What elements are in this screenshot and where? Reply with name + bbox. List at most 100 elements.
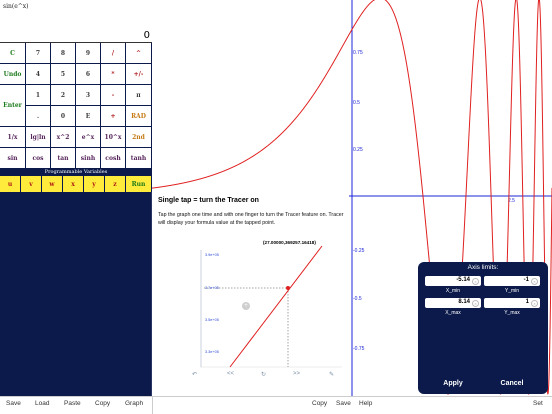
tan-button[interactable]: tan: [51, 148, 76, 169]
tracer-point: [286, 286, 290, 290]
x-min-value: -5.14: [456, 277, 470, 283]
result-text: 0: [143, 30, 150, 41]
minus-button[interactable]: -: [101, 85, 126, 106]
toolbar-divider: [152, 397, 153, 414]
prev-page-button[interactable]: <<: [227, 371, 234, 377]
variable-u-button[interactable]: u: [0, 176, 21, 192]
expression-text: sin(e^x): [3, 3, 29, 10]
illustration-ytick: 3.3e+05: [205, 350, 219, 354]
app-window: sin(e^x) 0 C 7 8 9/^ Undo 4 5 6 * +/- Enter 1 2 3- π. 0…: [0, 0, 552, 414]
multiply-button[interactable]: *: [101, 64, 126, 85]
five-button[interactable]: 5: [51, 64, 76, 85]
cancel-button[interactable]: Cancel: [484, 380, 540, 387]
clear-button[interactable]: C: [0, 43, 26, 64]
help-button[interactable]: Help: [359, 400, 372, 407]
nine-button[interactable]: 9: [76, 43, 101, 64]
two-button[interactable]: 2: [51, 85, 76, 106]
x-min-field[interactable]: -5.14 ×: [425, 276, 481, 286]
programmable-variables-label: Programmable Variables: [0, 169, 152, 176]
graph-button[interactable]: Graph: [125, 400, 143, 407]
seven-button[interactable]: 7: [26, 43, 51, 64]
enter-button[interactable]: Enter: [0, 85, 26, 127]
tanh-button[interactable]: tanh: [126, 148, 152, 169]
load-button[interactable]: Load: [35, 400, 49, 407]
x-max-field[interactable]: 8.14 ×: [425, 298, 481, 308]
clear-icon[interactable]: ×: [472, 299, 479, 307]
four-button[interactable]: 4: [26, 64, 51, 85]
tracer-illustration: [200, 245, 342, 368]
rad-button[interactable]: RAD: [126, 106, 152, 127]
axis-limits-dialog: Axis limits: -5.14 × X_min -1 × Y_min 8.…: [418, 262, 548, 394]
illustration-ytick: 3.7e+05: [205, 286, 219, 290]
sign-button[interactable]: +/-: [126, 64, 152, 85]
x-min-label: X_min: [445, 288, 461, 294]
bottom-toolbar: Save Load Paste Copy Graph Copy Save Hel…: [0, 396, 552, 414]
run-button[interactable]: Run: [126, 176, 152, 192]
help-panel: Single tap = turn the Tracer on Tap the …: [152, 195, 349, 396]
calculator-panel: sin(e^x) 0 C 7 8 9/^ Undo 4 5 6 * +/- Enter 1 2 3- π. 0…: [0, 0, 152, 396]
y-tick-label: 0.5: [353, 100, 360, 106]
variable-x-button[interactable]: x: [63, 176, 84, 192]
square-button[interactable]: x^2: [51, 127, 76, 148]
illustration-ytick: 3.9e+05: [205, 253, 219, 257]
illustration-ytick: 3.5e+05: [205, 318, 219, 322]
reciprocal-button[interactable]: 1/x: [0, 127, 26, 148]
save-button[interactable]: Save: [6, 400, 21, 407]
decimal-button[interactable]: .: [26, 106, 51, 127]
six-button[interactable]: 6: [76, 64, 101, 85]
programmable-variables-row: u v w x y z Run: [0, 176, 152, 192]
undo-icon[interactable]: ↶: [192, 371, 197, 378]
reload-icon[interactable]: ↻: [261, 371, 266, 378]
ten-power-button[interactable]: 10^x: [101, 127, 126, 148]
pi-button[interactable]: π: [126, 85, 152, 106]
three-button[interactable]: 3: [76, 85, 101, 106]
y-max-value: 1: [525, 299, 529, 305]
variable-z-button[interactable]: z: [105, 176, 126, 192]
y-tick-label: -0.5: [353, 296, 362, 302]
x-max-label: X_max: [445, 310, 461, 316]
set-button[interactable]: Set: [533, 400, 543, 407]
next-page-button[interactable]: >>: [293, 371, 300, 377]
y-min-field[interactable]: -1 ×: [484, 276, 540, 286]
eight-button[interactable]: 8: [51, 43, 76, 64]
power-button[interactable]: ^: [126, 43, 152, 64]
y-tick-labels: 0.75 0.5 0.25 -0.25 -0.5 -0.75: [353, 50, 365, 352]
variable-v-button[interactable]: v: [21, 176, 42, 192]
calculator-display: sin(e^x) 0: [0, 0, 152, 43]
exp-button[interactable]: e^x: [76, 127, 101, 148]
variable-w-button[interactable]: w: [42, 176, 63, 192]
divide-button[interactable]: /: [101, 43, 126, 64]
add-icon: +: [242, 302, 250, 310]
y-tick-label: -0.25: [353, 248, 365, 254]
zero-button[interactable]: 0: [51, 106, 76, 127]
y-max-field[interactable]: 1 ×: [484, 298, 540, 308]
y-tick-label: 0.75: [353, 50, 363, 56]
y-tick-label: -0.75: [353, 346, 365, 352]
log-button[interactable]: lg|ln: [26, 127, 51, 148]
sinh-button[interactable]: sinh: [76, 148, 101, 169]
clear-icon[interactable]: ×: [531, 299, 538, 307]
y-min-label: Y_min: [504, 288, 520, 294]
clear-icon[interactable]: ×: [472, 277, 479, 285]
exponent-button[interactable]: E: [76, 106, 101, 127]
variable-y-button[interactable]: y: [84, 176, 105, 192]
clear-icon[interactable]: ×: [531, 277, 538, 285]
edit-icon[interactable]: ✎: [329, 371, 334, 378]
y-max-label: Y_max: [504, 310, 520, 316]
second-button[interactable]: 2nd: [126, 127, 152, 148]
keypad: C 7 8 9/^ Undo 4 5 6 * +/- Enter 1 2 3- π. 0 E + RAD 1/x lg|…: [0, 43, 152, 169]
y-tick-label: 0.25: [353, 147, 363, 153]
undo-button[interactable]: Undo: [0, 64, 26, 85]
cosh-button[interactable]: cosh: [101, 148, 126, 169]
plus-button[interactable]: +: [101, 106, 126, 127]
x-max-value: 8.14: [458, 299, 470, 305]
cos-button[interactable]: cos: [26, 148, 51, 169]
one-button[interactable]: 1: [26, 85, 51, 106]
y-min-value: -1: [523, 277, 529, 283]
sin-button[interactable]: sin: [0, 148, 26, 169]
paste-button[interactable]: Paste: [64, 400, 81, 407]
graph-copy-button[interactable]: Copy: [312, 400, 327, 407]
graph-save-button[interactable]: Save: [336, 400, 351, 407]
copy-button[interactable]: Copy: [95, 400, 110, 407]
apply-button[interactable]: Apply: [425, 380, 481, 387]
